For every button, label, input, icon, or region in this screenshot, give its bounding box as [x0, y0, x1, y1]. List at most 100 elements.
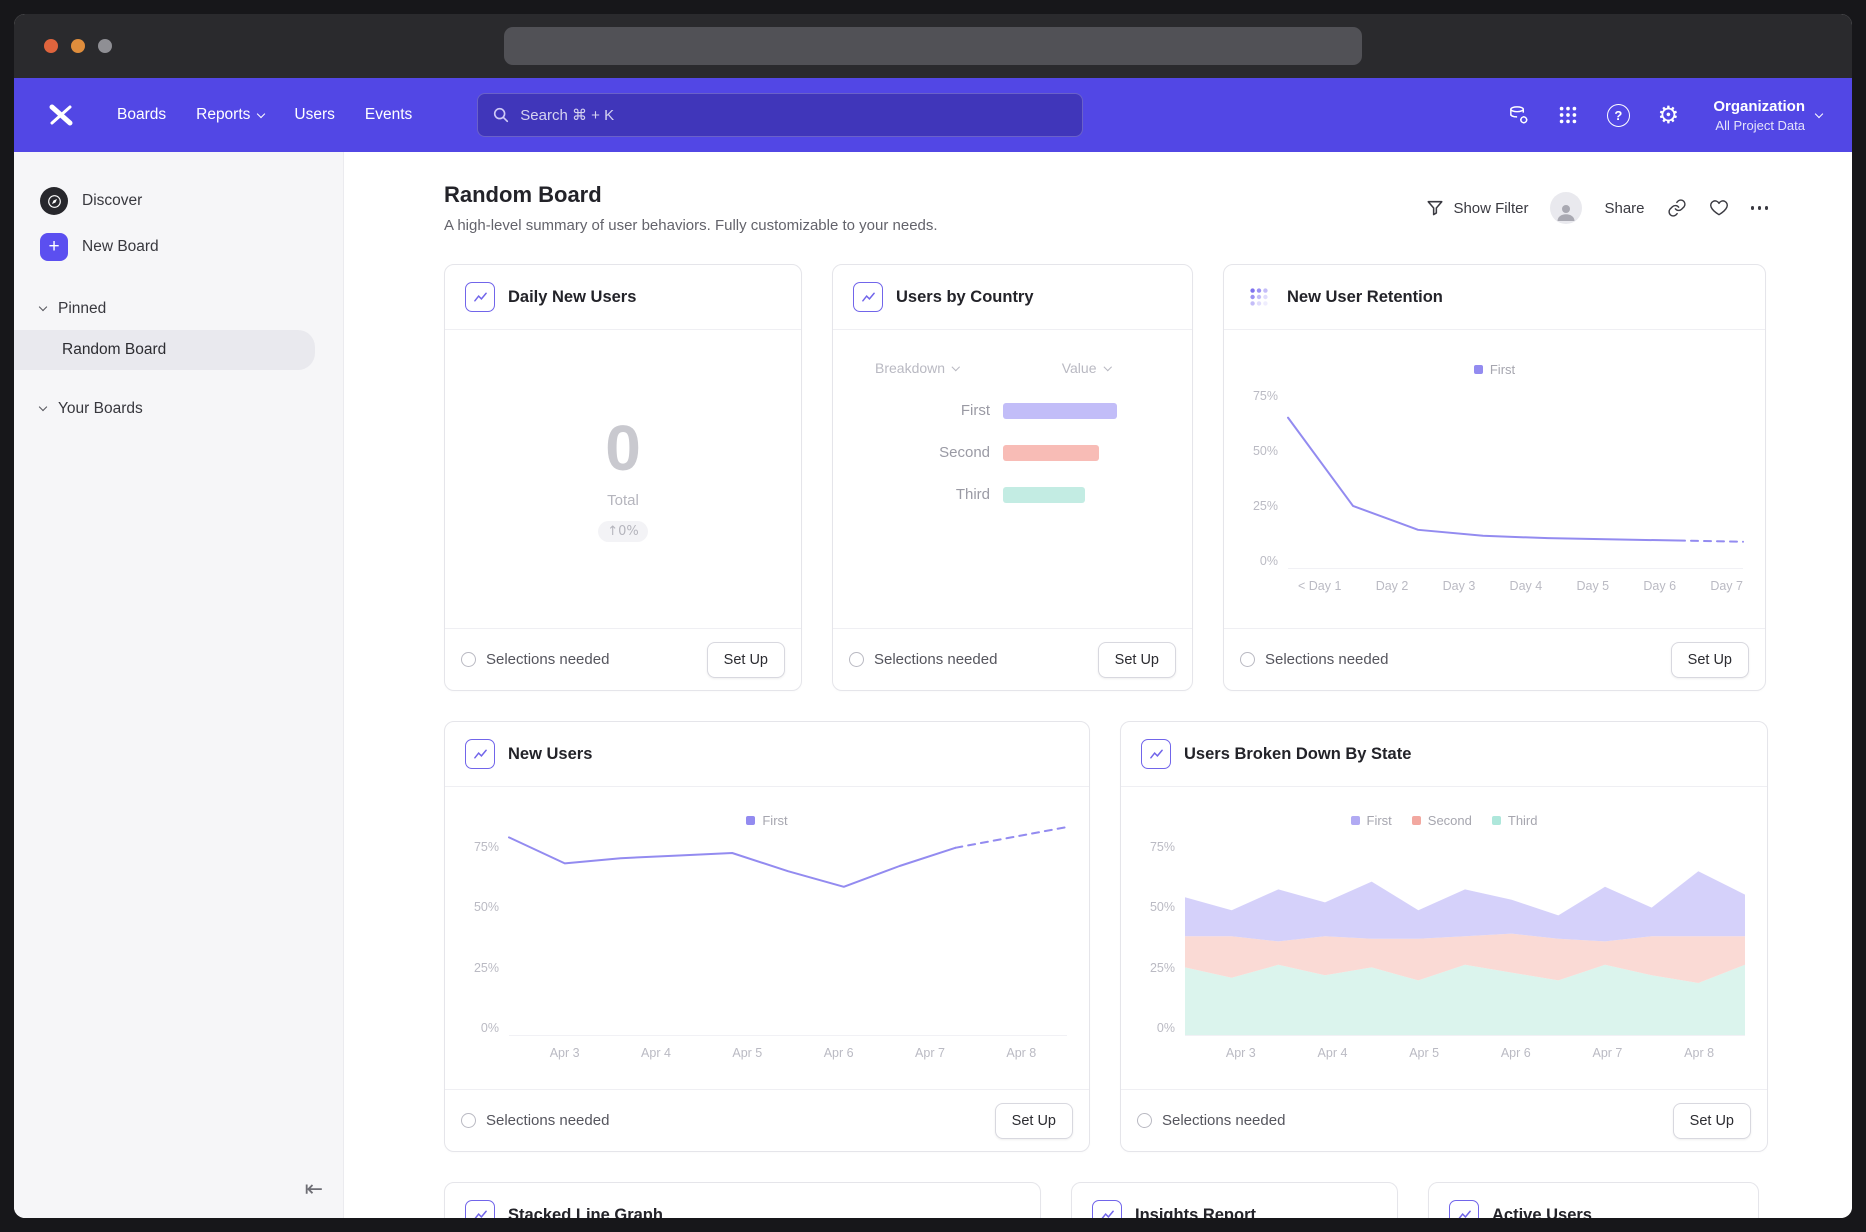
chart-legend: First Second Third [1143, 813, 1745, 828]
y-tick: 25% [474, 961, 499, 975]
y-tick: 0% [481, 1021, 499, 1035]
settings-gear-icon[interactable]: ⚙ [1647, 94, 1689, 136]
x-tick: Day 3 [1443, 579, 1476, 593]
nav-item-reports[interactable]: Reports [181, 97, 279, 133]
discover-label: Discover [82, 192, 142, 210]
metric-value: 0 [605, 416, 641, 480]
line-chart-icon [465, 739, 495, 769]
breakdown-select[interactable]: Breakdown [875, 360, 959, 376]
user-avatar[interactable] [1550, 192, 1582, 224]
cards-row-3: Stacked Line Graph Insights Report [444, 1182, 1768, 1218]
new-users-line-chart [509, 840, 1067, 1036]
desktop-background: Boards Reports Users Events [0, 0, 1866, 1232]
status-radio-icon [1137, 1113, 1152, 1128]
retention-grid-icon [1244, 282, 1274, 312]
y-tick: 50% [1150, 900, 1175, 914]
y-tick: 50% [1253, 444, 1278, 458]
x-tick: Day 5 [1576, 579, 1609, 593]
help-icon[interactable]: ? [1597, 94, 1639, 136]
data-management-icon[interactable] [1497, 94, 1539, 136]
nav-boards-label: Boards [117, 106, 166, 124]
y-tick: 50% [474, 900, 499, 914]
page-subtitle: A high-level summary of user behaviors. … [444, 217, 938, 234]
y-tick: 75% [474, 840, 499, 854]
plus-icon: + [40, 233, 68, 261]
setup-button[interactable]: Set Up [1673, 1103, 1751, 1139]
nav-item-users[interactable]: Users [279, 97, 349, 133]
card-stacked-line-graph: Stacked Line Graph [444, 1182, 1041, 1218]
global-search[interactable] [477, 93, 1083, 137]
card-new-users: New Users First 75% 50% [444, 721, 1090, 1152]
org-project-label: All Project Data [1713, 118, 1805, 133]
board-toolbar: Show Filter Share [1426, 192, 1768, 224]
copy-link-icon[interactable] [1667, 198, 1687, 218]
window-zoom-button[interactable] [98, 39, 112, 53]
chevron-down-icon [257, 109, 265, 117]
x-tick: Day 2 [1376, 579, 1409, 593]
more-options-icon[interactable] [1751, 206, 1769, 210]
nav-item-events[interactable]: Events [350, 97, 427, 133]
sidebar-item-random-board[interactable]: Random Board [14, 330, 315, 370]
x-tick: < Day 1 [1298, 579, 1341, 593]
status-text: Selections needed [486, 651, 609, 668]
sidebar-section-your-boards[interactable]: Your Boards [14, 390, 343, 428]
navbar-right-cluster: ? ⚙ Organization All Project Data [1497, 94, 1822, 136]
x-tick: Day 7 [1710, 579, 1743, 593]
filter-funnel-icon [1426, 199, 1444, 217]
window-minimize-button[interactable] [71, 39, 85, 53]
sidebar-section-pinned[interactable]: Pinned [14, 290, 343, 328]
line-chart-icon [1092, 1200, 1122, 1218]
status-radio-icon [849, 652, 864, 667]
app-body: Discover + New Board Pinned Random Board… [14, 152, 1852, 1218]
nav-reports-label: Reports [196, 106, 250, 124]
nav-events-label: Events [365, 106, 412, 124]
search-icon [492, 106, 510, 124]
card-new-user-retention: New User Retention First 75% 50 [1223, 264, 1766, 691]
main-content: Random Board A high-level summary of use… [344, 152, 1852, 1218]
discover-compass-icon [40, 187, 68, 215]
chart-legend: First [1246, 362, 1743, 377]
stacked-area-chart [1185, 840, 1745, 1036]
value-select[interactable]: Value [1062, 360, 1110, 376]
card-users-by-state: Users Broken Down By State First Second … [1120, 721, 1768, 1152]
search-input[interactable] [520, 107, 1068, 124]
window-close-button[interactable] [44, 39, 58, 53]
status-text: Selections needed [874, 651, 997, 668]
chevron-down-icon [39, 303, 47, 311]
org-switcher[interactable]: Organization All Project Data [1713, 98, 1822, 133]
cards-row-2: New Users First 75% 50% [444, 721, 1768, 1152]
card-title: Users Broken Down By State [1184, 745, 1411, 764]
setup-button[interactable]: Set Up [995, 1103, 1073, 1139]
show-filter-button[interactable]: Show Filter [1426, 199, 1528, 217]
y-tick: 0% [1157, 1021, 1175, 1035]
address-bar[interactable] [504, 27, 1362, 65]
status-text: Selections needed [486, 1112, 609, 1129]
apps-grid-icon[interactable] [1547, 94, 1589, 136]
x-tick: Apr 6 [824, 1046, 854, 1060]
share-button[interactable]: Share [1604, 200, 1644, 217]
traffic-lights [44, 14, 112, 78]
x-tick: Apr 8 [1006, 1046, 1036, 1060]
nav-item-boards[interactable]: Boards [102, 97, 181, 133]
setup-button[interactable]: Set Up [1671, 642, 1749, 678]
cards-row-1: Daily New Users 0 Total ↑0% Selections n… [444, 264, 1768, 691]
x-tick: Apr 6 [1501, 1046, 1531, 1060]
card-title: Daily New Users [508, 288, 636, 307]
sidebar-collapse-button[interactable]: ⇤ [305, 1177, 323, 1202]
setup-button[interactable]: Set Up [1098, 642, 1176, 678]
favorite-heart-icon[interactable] [1709, 198, 1729, 218]
new-board-label: New Board [82, 238, 159, 256]
card-daily-new-users: Daily New Users 0 Total ↑0% Selections n… [444, 264, 802, 691]
setup-button[interactable]: Set Up [707, 642, 785, 678]
page-title: Random Board [444, 182, 938, 208]
sidebar-item-new-board[interactable]: + New Board [14, 224, 343, 270]
card-title: New User Retention [1287, 288, 1443, 307]
chevron-down-icon [1815, 110, 1823, 118]
retention-line-chart [1288, 389, 1743, 569]
card-insights-report: Insights Report [1071, 1182, 1398, 1218]
chevron-down-icon [1103, 363, 1111, 371]
mixpanel-logo-icon[interactable] [44, 98, 78, 132]
legend-swatch [1492, 816, 1501, 825]
y-tick: 25% [1253, 499, 1278, 513]
sidebar-item-discover[interactable]: Discover [14, 178, 343, 224]
